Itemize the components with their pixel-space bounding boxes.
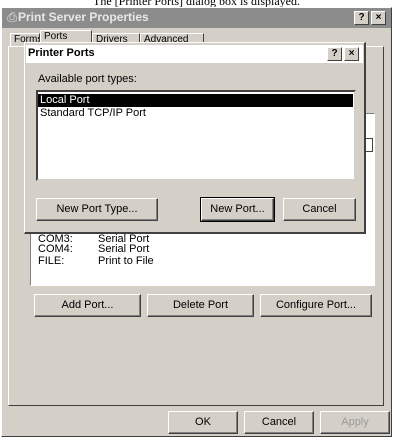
window-close-button[interactable]: × (371, 11, 386, 25)
dialog-close-button[interactable]: × (344, 47, 359, 61)
dialog-help-button[interactable]: ? (327, 47, 342, 61)
printer-icon: ⎙ (7, 10, 17, 24)
close-icon: × (348, 48, 355, 59)
list-item[interactable]: COM4: Serial Port (38, 243, 149, 255)
help-icon: ? (331, 48, 338, 59)
dialog-cancel-button[interactable]: Cancel (283, 198, 356, 221)
configure-port-button[interactable]: Configure Port... (260, 294, 372, 317)
delete-port-button[interactable]: Delete Port (147, 294, 254, 317)
new-port-type-button[interactable]: New Port Type... (36, 198, 158, 221)
window-title: Print Server Properties (18, 10, 149, 24)
cancel-button[interactable]: Cancel (244, 411, 314, 434)
window-help-button[interactable]: ? (354, 11, 369, 25)
close-icon: × (375, 12, 382, 23)
available-port-types-label: Available port types: (38, 73, 137, 85)
ports-list-scrollbar[interactable] (365, 138, 373, 152)
new-port-button[interactable]: New Port... (200, 197, 275, 222)
list-item[interactable]: FILE: Print to File (38, 255, 154, 267)
dialog-title: Printer Ports (28, 47, 95, 59)
add-port-button[interactable]: Add Port... (34, 294, 141, 317)
apply-button[interactable]: Apply (320, 411, 390, 434)
list-item[interactable]: Local Port (38, 94, 353, 107)
list-item[interactable]: Standard TCP/IP Port (38, 107, 353, 120)
help-icon: ? (358, 12, 365, 23)
ok-button[interactable]: OK (168, 411, 238, 434)
